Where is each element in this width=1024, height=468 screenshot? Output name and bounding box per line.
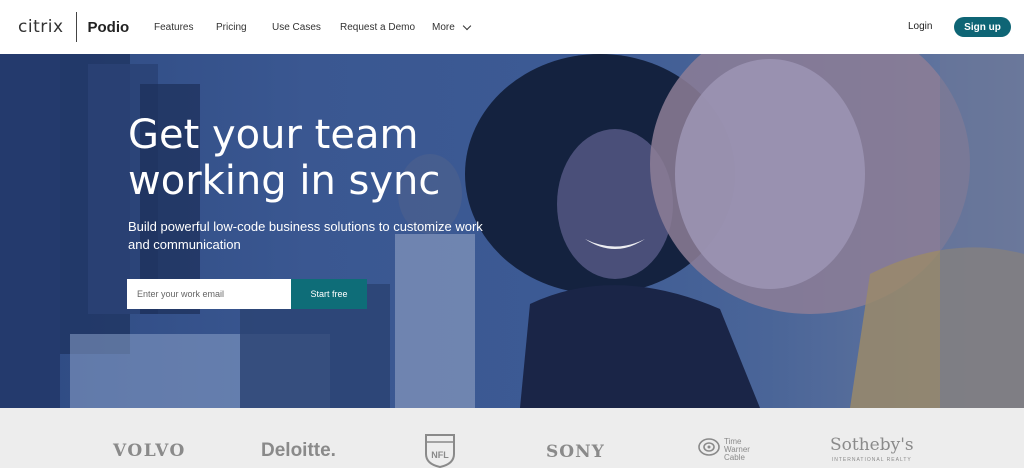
podio-logo: Podio [87, 18, 130, 36]
deloitte-logo: Deloitte. [261, 440, 336, 461]
twc-eye-icon [698, 438, 720, 456]
nav-more[interactable]: More [432, 21, 472, 33]
chevron-down-icon [462, 21, 472, 30]
citrix-logo: citrix [18, 17, 64, 37]
customer-logos: VOLVO Deloitte. NFL SONY Time Warner Cab… [0, 408, 1024, 468]
sothebys-logo: Sotheby's INTERNATIONAL REALTY [830, 435, 914, 463]
hero-section: Get your team working in sync Build powe… [0, 54, 1024, 408]
login-link[interactable]: Login [908, 21, 932, 32]
nav-request-demo[interactable]: Request a Demo [340, 22, 415, 33]
nfl-logo-text: NFL [431, 450, 449, 460]
nav-use-cases[interactable]: Use Cases [272, 22, 321, 33]
nav-features[interactable]: Features [154, 22, 193, 33]
start-free-button[interactable]: Start free [291, 279, 367, 309]
sony-logo: SONY [546, 442, 605, 462]
email-input[interactable] [127, 279, 291, 309]
sothebys-tagline: INTERNATIONAL REALTY [831, 457, 912, 463]
nav-pricing[interactable]: Pricing [216, 22, 247, 33]
hero-subtitle: Build powerful low-code business solutio… [128, 219, 483, 252]
brand-logo[interactable]: citrix Podio [18, 0, 129, 54]
nfl-logo: NFL [425, 434, 455, 468]
volvo-logo: VOLVO [113, 441, 186, 461]
time-warner-cable-logo: Time Warner Cable [697, 436, 750, 462]
brand-divider [75, 12, 77, 42]
site-header: citrix Podio Features Pricing Use Cases … [0, 0, 1024, 54]
signup-button[interactable]: Sign up [954, 17, 1011, 37]
nav-more-label: More [432, 22, 455, 33]
sothebys-name: Sotheby's [830, 435, 914, 455]
hero-title: Get your team working in sync [128, 112, 441, 204]
twc-line3: Cable [724, 453, 745, 462]
